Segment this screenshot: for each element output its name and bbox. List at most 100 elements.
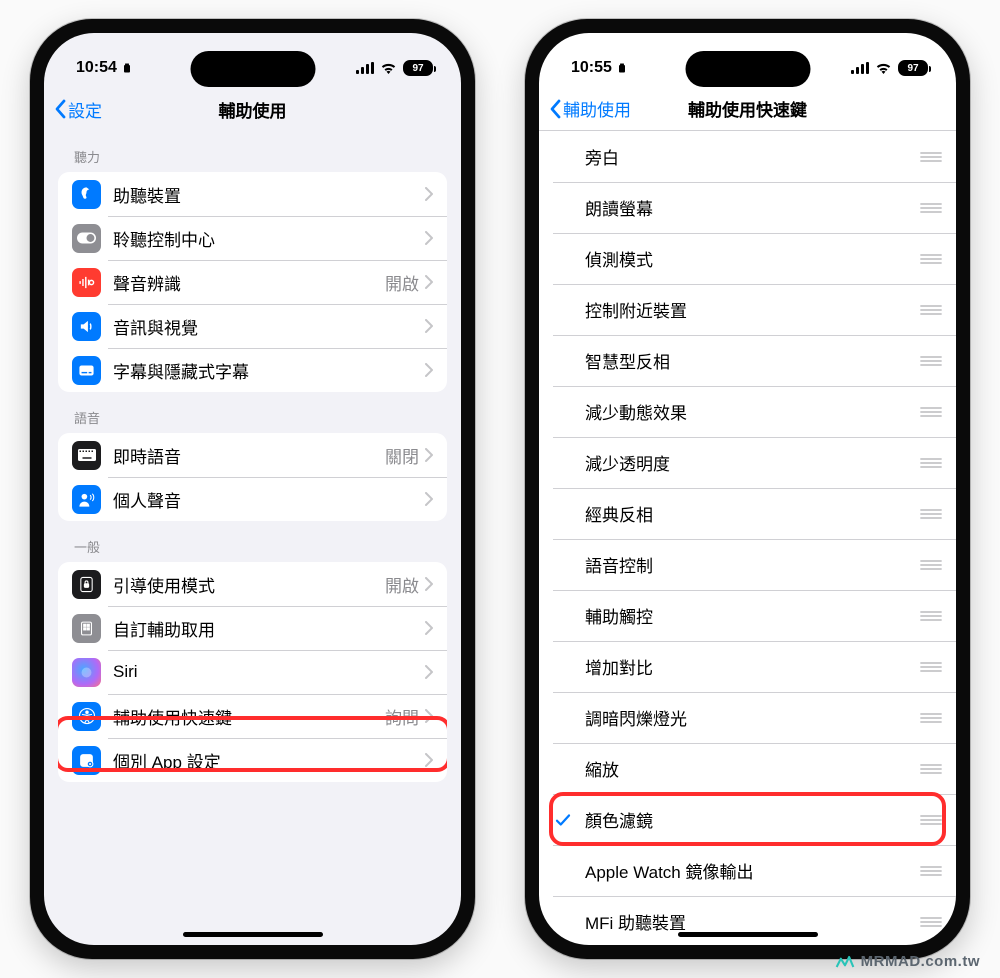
drag-handle-icon[interactable]: [920, 356, 942, 366]
shortcut-row[interactable]: 控制附近裝置: [539, 284, 956, 335]
shortcut-row[interactable]: Apple Watch 鏡像輸出: [539, 845, 956, 896]
row-guided-access[interactable]: 引導使用模式 開啟: [58, 562, 447, 606]
shortcut-row[interactable]: 智慧型反相: [539, 335, 956, 386]
shortcut-label: 偵測模式: [585, 246, 920, 271]
watermark: MRMAD.com.tw: [835, 953, 980, 970]
row-siri[interactable]: Siri: [58, 650, 447, 694]
shortcut-label: Apple Watch 鏡像輸出: [585, 858, 920, 883]
row-value: 開啟: [385, 572, 419, 597]
row-listen-control[interactable]: 聆聽控制中心: [58, 216, 447, 260]
row-sound-recognition[interactable]: 聲音辨識 開啟: [58, 260, 447, 304]
grid-icon: [72, 614, 101, 643]
signal-icon: [356, 62, 374, 74]
shortcut-label: 減少透明度: [585, 450, 920, 475]
row-label: 輔助使用快速鍵: [113, 704, 385, 729]
phone-right: 10:55 97 輔助使用 輔助使用快速鍵: [525, 19, 970, 959]
section-header-hearing: 聽力: [44, 131, 461, 172]
chevron-right-icon: [425, 577, 433, 591]
lock-app-icon: [72, 570, 101, 599]
dynamic-island: [685, 51, 810, 87]
shortcut-label: 經典反相: [585, 501, 920, 526]
shortcut-row[interactable]: MFi 助聽裝置: [539, 896, 956, 945]
row-label: 個人聲音: [113, 487, 425, 512]
chevron-left-icon: [54, 99, 66, 119]
drag-handle-icon[interactable]: [920, 203, 942, 213]
shortcut-row[interactable]: 減少動態效果: [539, 386, 956, 437]
shortcut-label: 智慧型反相: [585, 348, 920, 373]
row-label: 即時語音: [113, 443, 385, 468]
shortcut-row[interactable]: 調暗閃爍燈光: [539, 692, 956, 743]
shortcut-label: 減少動態效果: [585, 399, 920, 424]
row-label: 自訂輔助取用: [113, 616, 425, 641]
group-general: 引導使用模式 開啟 自訂輔助取用 Siri 輔助使用快速鍵: [58, 562, 447, 782]
dynamic-island: [190, 51, 315, 87]
chevron-left-icon: [549, 99, 561, 119]
shortcut-label: 語音控制: [585, 552, 920, 577]
drag-handle-icon[interactable]: [920, 662, 942, 672]
screen-left: 10:54 97 設定 輔助使用: [44, 33, 461, 945]
row-subtitles[interactable]: 字幕與隱藏式字幕: [58, 348, 447, 392]
page-title: 輔助使用: [219, 97, 287, 122]
wifi-icon: [380, 62, 397, 74]
drag-handle-icon[interactable]: [920, 152, 942, 162]
shortcut-row[interactable]: 朗讀螢幕: [539, 182, 956, 233]
shortcut-row[interactable]: 縮放: [539, 743, 956, 794]
drag-handle-icon[interactable]: [920, 509, 942, 519]
shortcut-row[interactable]: 顏色濾鏡: [539, 794, 956, 845]
shortcut-label: 輔助觸控: [585, 603, 920, 628]
phone-left: 10:54 97 設定 輔助使用: [30, 19, 475, 959]
chevron-right-icon: [425, 709, 433, 723]
drag-handle-icon[interactable]: [920, 917, 942, 927]
drag-handle-icon[interactable]: [920, 305, 942, 315]
row-assistive-access[interactable]: 自訂輔助取用: [58, 606, 447, 650]
back-button[interactable]: 輔助使用: [549, 96, 631, 121]
drag-handle-icon[interactable]: [920, 866, 942, 876]
shortcut-row[interactable]: 減少透明度: [539, 437, 956, 488]
drag-handle-icon[interactable]: [920, 407, 942, 417]
row-label: 個別 App 設定: [113, 748, 425, 773]
shortcut-row[interactable]: 語音控制: [539, 539, 956, 590]
section-header-general: 一般: [44, 521, 461, 562]
row-label: 助聽裝置: [113, 182, 425, 207]
screen-right: 10:55 97 輔助使用 輔助使用快速鍵: [539, 33, 956, 945]
check-icon: [551, 811, 575, 829]
shortcut-list[interactable]: 旁白朗讀螢幕偵測模式控制附近裝置智慧型反相減少動態效果減少透明度經典反相語音控制…: [539, 131, 956, 945]
shortcut-row[interactable]: 增加對比: [539, 641, 956, 692]
keyboard-icon: [72, 441, 101, 470]
row-label: Siri: [113, 662, 425, 682]
drag-handle-icon[interactable]: [920, 815, 942, 825]
shortcut-row[interactable]: 偵測模式: [539, 233, 956, 284]
drag-handle-icon[interactable]: [920, 254, 942, 264]
app-settings-icon: [72, 746, 101, 775]
drag-handle-icon[interactable]: [920, 611, 942, 621]
row-label: 聲音辨識: [113, 270, 385, 295]
row-per-app-settings[interactable]: 個別 App 設定: [58, 738, 447, 782]
chevron-right-icon: [425, 492, 433, 506]
shortcut-row[interactable]: 旁白: [539, 131, 956, 182]
row-label: 字幕與隱藏式字幕: [113, 358, 425, 383]
signal-icon: [851, 62, 869, 74]
chevron-right-icon: [425, 275, 433, 289]
accessibility-icon: [72, 702, 101, 731]
row-hearing-devices[interactable]: 助聽裝置: [58, 172, 447, 216]
row-personal-voice[interactable]: 個人聲音: [58, 477, 447, 521]
shortcut-row[interactable]: 輔助觸控: [539, 590, 956, 641]
drag-handle-icon[interactable]: [920, 713, 942, 723]
drag-handle-icon[interactable]: [920, 764, 942, 774]
speaker-icon: [72, 312, 101, 341]
shortcut-row[interactable]: 經典反相: [539, 488, 956, 539]
chevron-right-icon: [425, 231, 433, 245]
back-button[interactable]: 設定: [54, 97, 102, 122]
chevron-right-icon: [425, 448, 433, 462]
row-label: 引導使用模式: [113, 572, 385, 597]
row-accessibility-shortcut[interactable]: 輔助使用快速鍵 詢問: [58, 694, 447, 738]
status-time: 10:54: [76, 59, 117, 77]
drag-handle-icon[interactable]: [920, 458, 942, 468]
row-audio-visual[interactable]: 音訊與視覺: [58, 304, 447, 348]
row-value: 詢問: [385, 704, 419, 729]
battery-icon: 97: [898, 60, 928, 76]
back-label: 輔助使用: [563, 96, 631, 121]
back-label: 設定: [68, 97, 102, 122]
row-live-speech[interactable]: 即時語音 關閉: [58, 433, 447, 477]
drag-handle-icon[interactable]: [920, 560, 942, 570]
